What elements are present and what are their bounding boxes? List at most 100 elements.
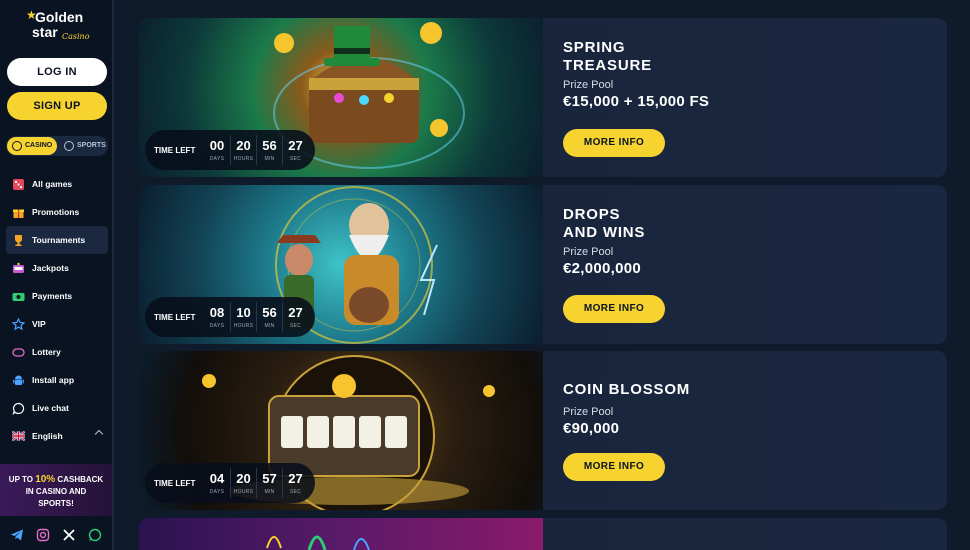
tournament-artwork: TIME LEFT 08 DAYS 10 HOURS 56 MIN 27 SEC — [139, 185, 543, 344]
tournament-card-partial — [139, 518, 947, 550]
nav-item-promotions[interactable]: Promotions — [6, 198, 108, 226]
timer-sec-unit: SEC — [289, 156, 302, 162]
timer-min: 57 MIN — [256, 468, 282, 498]
gift-icon — [12, 206, 25, 219]
nav-label: Promotions — [32, 207, 80, 217]
nav-label: Install app — [32, 375, 75, 385]
nav-item-jackpots[interactable]: Jackpots — [6, 254, 108, 282]
timer-min: 56 MIN — [256, 135, 282, 165]
whatsapp-icon[interactable] — [87, 527, 103, 543]
star-icon — [12, 317, 25, 331]
nav-label: VIP — [32, 319, 46, 329]
timer-days: 04 DAYS — [204, 468, 230, 498]
prize-pool-value: €15,000 + 15,000 FS — [563, 93, 710, 110]
casino-sports-switch: CASINO SPORTS — [6, 136, 108, 156]
timer-min-value: 57 — [262, 471, 277, 486]
cashback-prefix: UP TO — [8, 475, 36, 484]
tournament-artwork: TIME LEFT 00 DAYS 20 HOURS 56 MIN 27 SEC — [139, 18, 543, 177]
timer-hours-value: 10 — [236, 305, 251, 320]
cashback-line1: UP TO 10% CASHBACK — [0, 474, 112, 486]
android-icon — [12, 374, 25, 387]
timer-min-value: 56 — [262, 138, 277, 153]
timer-hours-unit: HOURS — [233, 323, 254, 329]
timer-sec-unit: SEC — [289, 489, 302, 495]
countdown-timer: TIME LEFT 04 DAYS 20 HOURS 57 MIN 27 SEC — [145, 463, 315, 503]
language-label: English — [32, 431, 63, 441]
nav-label: Payments — [32, 291, 73, 301]
logo-text-line3: Casino — [62, 32, 90, 41]
more-info-button[interactable]: MORE INFO — [563, 295, 665, 323]
signup-button[interactable]: SIGN UP — [7, 92, 107, 120]
timer-min-unit: MIN — [264, 323, 275, 329]
tournament-info: SPRING TREASURE Prize Pool €15,000 + 15,… — [563, 18, 923, 177]
timer-days-value: 08 — [209, 305, 225, 320]
ticket-icon — [12, 346, 25, 359]
more-info-button[interactable]: MORE INFO — [563, 453, 665, 481]
tournament-title-line2: TREASURE — [563, 57, 652, 74]
chevron-up-icon — [94, 429, 104, 439]
timer-hours-unit: HOURS — [233, 156, 254, 162]
nav-item-vip[interactable]: VIP — [6, 310, 108, 338]
nav-item-live-chat[interactable]: Live chat — [6, 394, 108, 422]
nav-item-all-games[interactable]: All games — [6, 170, 108, 198]
nav-item-payments[interactable]: Payments — [6, 282, 108, 310]
tournament-title-line1: SPRING — [563, 39, 626, 56]
timer-hours-unit: HOURS — [233, 489, 254, 495]
timer-sec-value: 27 — [288, 138, 303, 153]
countdown-timer: TIME LEFT 08 DAYS 10 HOURS 56 MIN 27 SEC — [145, 297, 315, 337]
login-button[interactable]: LOG IN — [7, 58, 107, 86]
tournament-info: COIN BLOSSOM Prize Pool €90,000 MORE INF… — [563, 351, 923, 510]
casino-toggle[interactable]: CASINO — [7, 137, 57, 155]
prize-pool-value: €90,000 — [563, 420, 620, 437]
timer-days: 08 DAYS — [204, 302, 230, 332]
timer-sec: 27 SEC — [282, 302, 308, 332]
chat-icon — [12, 402, 25, 415]
prize-pool-label: Prize Pool — [563, 79, 614, 91]
timer-min-value: 56 — [262, 305, 277, 320]
brand-logo[interactable]: ★ Golden star Casino — [26, 8, 90, 50]
tournament-title-line1: DROPS — [563, 206, 621, 223]
time-left-label: TIME LEFT — [154, 312, 196, 322]
nav-label: All games — [32, 179, 73, 189]
cashback-line3: SPORTS! — [38, 499, 74, 508]
nav-item-tournaments[interactable]: Tournaments — [6, 226, 108, 254]
more-info-button[interactable]: MORE INFO — [563, 129, 665, 157]
nav-label: Lottery — [32, 347, 61, 357]
cashback-banner[interactable]: UP TO 10% CASHBACK IN CASINO AND SPORTS! — [0, 464, 112, 516]
logo-text-line2: star — [32, 24, 58, 40]
prize-pool-label: Prize Pool — [563, 406, 614, 418]
nav-label: Tournaments — [32, 235, 86, 245]
timer-days-value: 04 — [209, 471, 225, 486]
prize-pool-label: Prize Pool — [563, 246, 614, 258]
language-selector[interactable]: English — [6, 422, 108, 450]
casino-toggle-label: CASINO — [25, 142, 53, 149]
timer-days-unit: DAYS — [209, 489, 225, 495]
social-links — [0, 520, 112, 550]
timer-days-value: 00 — [209, 138, 225, 153]
nav-item-install-app[interactable]: Install app — [6, 366, 108, 394]
telegram-icon[interactable] — [9, 527, 25, 543]
tournament-info: DROPS AND WINS Prize Pool €2,000,000 MOR… — [563, 185, 923, 344]
payment-icon — [12, 290, 25, 303]
prize-pool-value: €2,000,000 — [563, 260, 642, 277]
nav-item-lottery[interactable]: Lottery — [6, 338, 108, 366]
x-icon[interactable] — [61, 527, 77, 543]
logo-text-line1: Golden — [35, 9, 84, 25]
timer-min-unit: MIN — [264, 489, 275, 495]
timer-sec: 27 SEC — [282, 135, 308, 165]
partial-artwork-illustration — [266, 535, 370, 550]
instagram-icon[interactable] — [35, 527, 51, 543]
countdown-timer: TIME LEFT 00 DAYS 20 HOURS 56 MIN 27 SEC — [145, 130, 315, 170]
sports-toggle[interactable]: SPORTS — [59, 137, 107, 155]
tournament-title: COIN BLOSSOM — [563, 381, 691, 398]
cashback-percent: 10% — [35, 474, 56, 485]
tournament-title-line2: AND WINS — [563, 224, 646, 241]
time-left-label: TIME LEFT — [154, 145, 196, 155]
timer-sec-value: 27 — [288, 471, 303, 486]
cashback-line2: IN CASINO AND — [25, 487, 87, 496]
sports-toggle-label: SPORTS — [77, 142, 106, 149]
uk-flag-icon — [12, 430, 25, 443]
tournament-card-spring-treasure: TIME LEFT 00 DAYS 20 HOURS 56 MIN 27 SEC SPR… — [139, 18, 947, 177]
jackpot-icon — [12, 262, 25, 275]
sidebar: ★ Golden star Casino LOG IN SIGN UP CASI… — [0, 0, 114, 550]
